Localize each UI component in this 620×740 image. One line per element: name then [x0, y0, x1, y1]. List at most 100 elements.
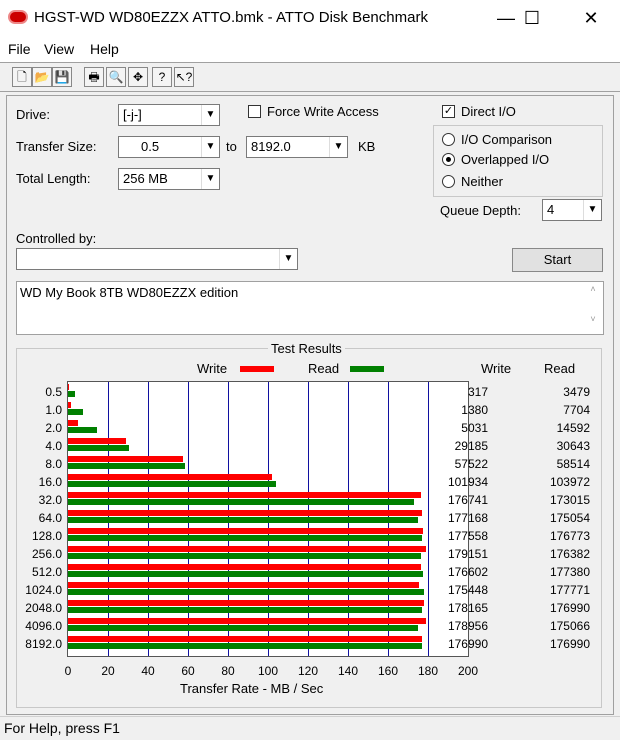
- direct-io-checkbox[interactable]: ✓: [442, 105, 455, 118]
- write-bar: [68, 420, 79, 426]
- transfer-size-row-label: 256.0: [31, 547, 62, 561]
- write-value: 176990: [447, 637, 488, 651]
- write-bar: [68, 636, 422, 642]
- close-button[interactable]: ✕: [568, 4, 614, 32]
- read-column-header: Read: [544, 361, 576, 376]
- chevron-down-icon: ▼: [201, 169, 219, 189]
- move-button[interactable]: ✥: [128, 67, 148, 87]
- context-help-button[interactable]: ↖?: [174, 67, 194, 87]
- read-value: 177380: [549, 565, 590, 579]
- description-textarea[interactable]: WD My Book 8TB WD80EZZX edition: [16, 281, 604, 335]
- write-bar: [68, 618, 426, 624]
- io-comparison-radio[interactable]: [442, 133, 455, 146]
- neither-radio[interactable]: [442, 175, 455, 188]
- menu-help[interactable]: Help: [90, 41, 119, 57]
- transfer-from-value: 0.5: [141, 139, 160, 154]
- read-bar: [68, 517, 419, 523]
- write-value: 177168: [447, 511, 488, 525]
- drive-value: [-j-]: [123, 107, 142, 122]
- transfer-to-value: 8192.0: [251, 139, 291, 154]
- write-bar: [68, 510, 423, 516]
- read-bar: [68, 643, 422, 649]
- print-preview-button[interactable]: 🔍: [106, 67, 126, 87]
- status-bar: For Help, press F1: [0, 716, 620, 740]
- write-value: 178956: [447, 619, 488, 633]
- description-scrollbar[interactable]: ˄ ˅: [586, 284, 600, 332]
- queue-depth-select[interactable]: 4 ▼: [542, 199, 602, 221]
- queue-depth-label: Queue Depth:: [440, 203, 521, 218]
- open-button[interactable]: 📂: [32, 67, 52, 87]
- help-button[interactable]: ?: [152, 67, 172, 87]
- transfer-size-to-select[interactable]: 8192.0 ▼: [246, 136, 348, 158]
- context-help-icon: ↖?: [175, 70, 193, 84]
- legend-write-label: Write: [197, 361, 228, 376]
- read-value: 7704: [563, 403, 590, 417]
- write-value: 178165: [447, 601, 488, 615]
- force-write-label: Force Write Access: [267, 104, 379, 119]
- chevron-down-icon: ▼: [583, 200, 601, 220]
- write-bar: [68, 402, 71, 408]
- menu-file[interactable]: File: [8, 41, 31, 57]
- total-length-label: Total Length:: [16, 171, 91, 186]
- new-button[interactable]: 🗋: [12, 67, 32, 87]
- read-bar: [68, 535, 422, 541]
- read-value: 173015: [549, 493, 590, 507]
- read-value: 175066: [549, 619, 590, 633]
- save-button[interactable]: 💾: [52, 67, 72, 87]
- transfer-size-row-label: 0.5: [45, 385, 62, 399]
- read-bar: [68, 571, 423, 577]
- write-value: 57522: [454, 457, 488, 471]
- read-value: 176990: [549, 601, 590, 615]
- write-bar: [68, 582, 419, 588]
- write-bar: [68, 528, 424, 534]
- read-bar: [68, 625, 419, 631]
- transfer-size-row-label: 64.0: [38, 511, 62, 525]
- to-label: to: [226, 139, 237, 154]
- total-length-select[interactable]: 256 MB ▼: [118, 168, 220, 190]
- maximize-button[interactable]: ☐: [509, 4, 555, 32]
- controlled-by-label: Controlled by:: [16, 231, 97, 246]
- help-icon: ?: [158, 70, 166, 84]
- write-value: 177558: [447, 529, 488, 543]
- drive-label: Drive:: [16, 107, 50, 122]
- write-value: 5031: [461, 421, 488, 435]
- write-bar: [68, 492, 422, 498]
- start-button[interactable]: Start: [512, 248, 603, 272]
- total-length-value: 256 MB: [123, 171, 168, 186]
- force-write-checkbox[interactable]: [248, 105, 261, 118]
- write-bar: [68, 474, 272, 480]
- transfer-size-row-label: 2048.0: [25, 601, 62, 615]
- x-tick-label: 100: [257, 664, 279, 678]
- write-value: 317: [467, 385, 488, 399]
- chevron-down-icon: ▼: [279, 249, 297, 269]
- test-results-title: Test Results: [268, 341, 345, 356]
- write-value: 29185: [454, 439, 488, 453]
- x-tick-label: 140: [337, 664, 359, 678]
- window-title: HGST-WD WD80EZZX ATTO.bmk - ATTO Disk Be…: [34, 9, 428, 26]
- kb-label: KB: [358, 139, 376, 154]
- results-chart: [67, 381, 469, 657]
- transfer-size-row-label: 4.0: [45, 439, 62, 453]
- transfer-size-row-label: 4096.0: [25, 619, 62, 633]
- transfer-size-row-label: 512.0: [31, 565, 62, 579]
- drive-select[interactable]: [-j-] ▼: [118, 104, 220, 126]
- print-button[interactable]: 🖶: [84, 67, 104, 87]
- transfer-size-row-label: 8.0: [45, 457, 62, 471]
- x-tick-label: 160: [377, 664, 399, 678]
- x-tick-label: 20: [101, 664, 115, 678]
- x-tick-label: 60: [181, 664, 195, 678]
- menu-view[interactable]: View: [44, 41, 74, 57]
- write-bar: [68, 564, 422, 570]
- read-bar: [68, 499, 415, 505]
- write-bar: [68, 600, 425, 606]
- transfer-size-from-select[interactable]: 0.5 ▼: [118, 136, 220, 158]
- controlled-by-select[interactable]: ▼: [16, 248, 298, 270]
- print-preview-icon: 🔍: [108, 70, 124, 84]
- chevron-down-icon: ▼: [201, 137, 219, 157]
- queue-depth-value: 4: [547, 202, 555, 217]
- write-column-header: Write: [481, 361, 512, 376]
- x-tick-label: 0: [64, 664, 72, 678]
- chevron-down-icon: ▼: [201, 105, 219, 125]
- overlapped-io-radio[interactable]: [442, 153, 455, 166]
- write-value: 1380: [461, 403, 488, 417]
